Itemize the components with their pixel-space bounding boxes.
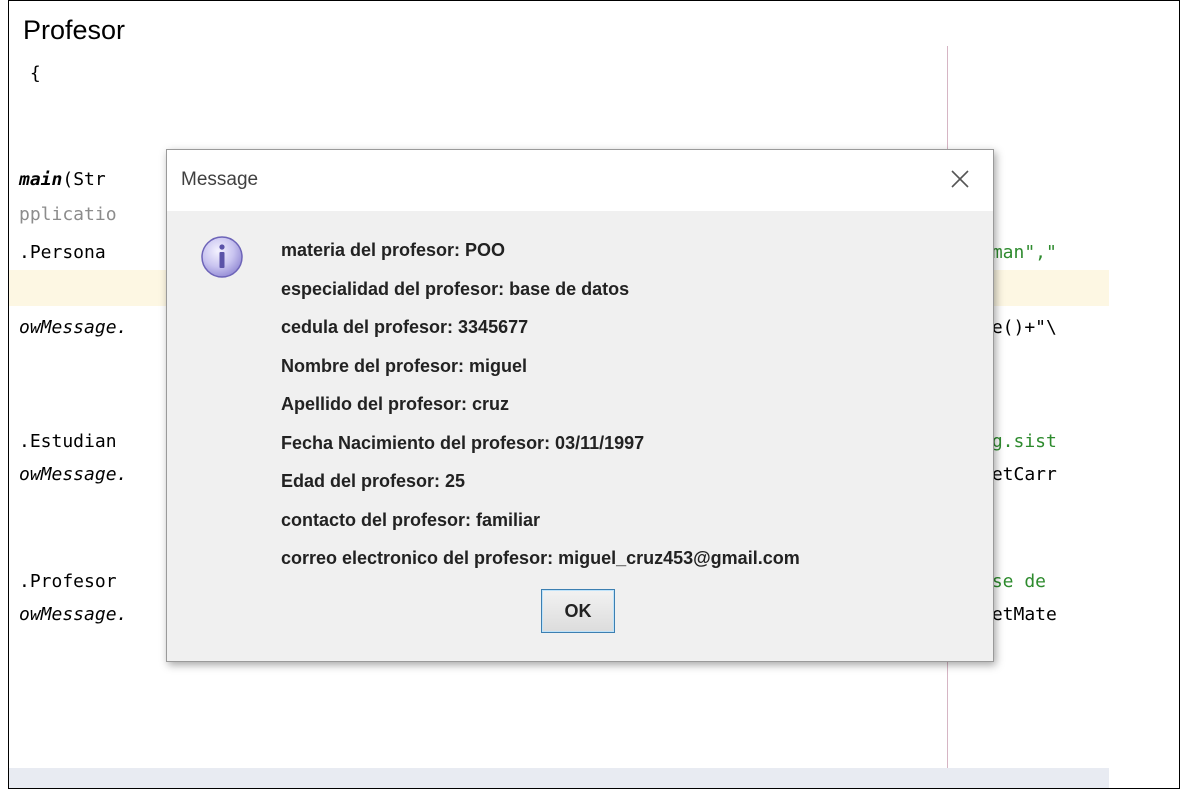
code-line-comment: pplicatio — [19, 204, 117, 225]
message-dialog: Message materia del profesor: POO especi… — [166, 149, 994, 662]
message-text: materia del profesor: POO especialidad d… — [281, 231, 800, 578]
message-line: Edad del profesor: 25 — [281, 471, 466, 491]
message-line: materia del profesor: POO — [281, 240, 506, 260]
dialog-title: Message — [181, 169, 259, 190]
message-line: especialidad del profesor: base de datos — [281, 278, 630, 299]
code-line-estudiante: .Estudian — [19, 431, 117, 452]
close-icon — [951, 170, 969, 188]
editor-bottom-strip — [9, 768, 1109, 788]
message-line: Apellido del profesor: cruz — [281, 394, 510, 414]
ok-button[interactable]: OK — [541, 589, 615, 633]
code-line-main: main(Str — [19, 169, 106, 190]
code-line-showmessage-2: owMessage. — [19, 464, 128, 485]
code-line-showmessage-3: owMessage. — [19, 604, 128, 625]
message-line: Fecha Nacimiento del profesor: 03/11/199… — [281, 432, 645, 453]
message-line: contacto del profesor: familiar — [281, 509, 541, 530]
message-line: Nombre del profesor: miguel — [281, 355, 528, 376]
code-line-profesor: .Profesor — [19, 571, 117, 592]
code-line-brace: { — [19, 63, 41, 84]
code-token-args: (Str — [62, 169, 106, 190]
code-line-persona: .Persona — [19, 242, 106, 263]
code-line-showmessage-1: owMessage. — [19, 317, 128, 338]
message-line: cedula del profesor: 3345677 — [281, 317, 529, 337]
dialog-titlebar[interactable]: Message — [167, 150, 993, 211]
info-icon — [201, 236, 243, 278]
close-button[interactable] — [943, 162, 977, 196]
code-token-main: main — [19, 169, 63, 190]
message-line: correo electronico del profesor: miguel_… — [281, 548, 800, 568]
